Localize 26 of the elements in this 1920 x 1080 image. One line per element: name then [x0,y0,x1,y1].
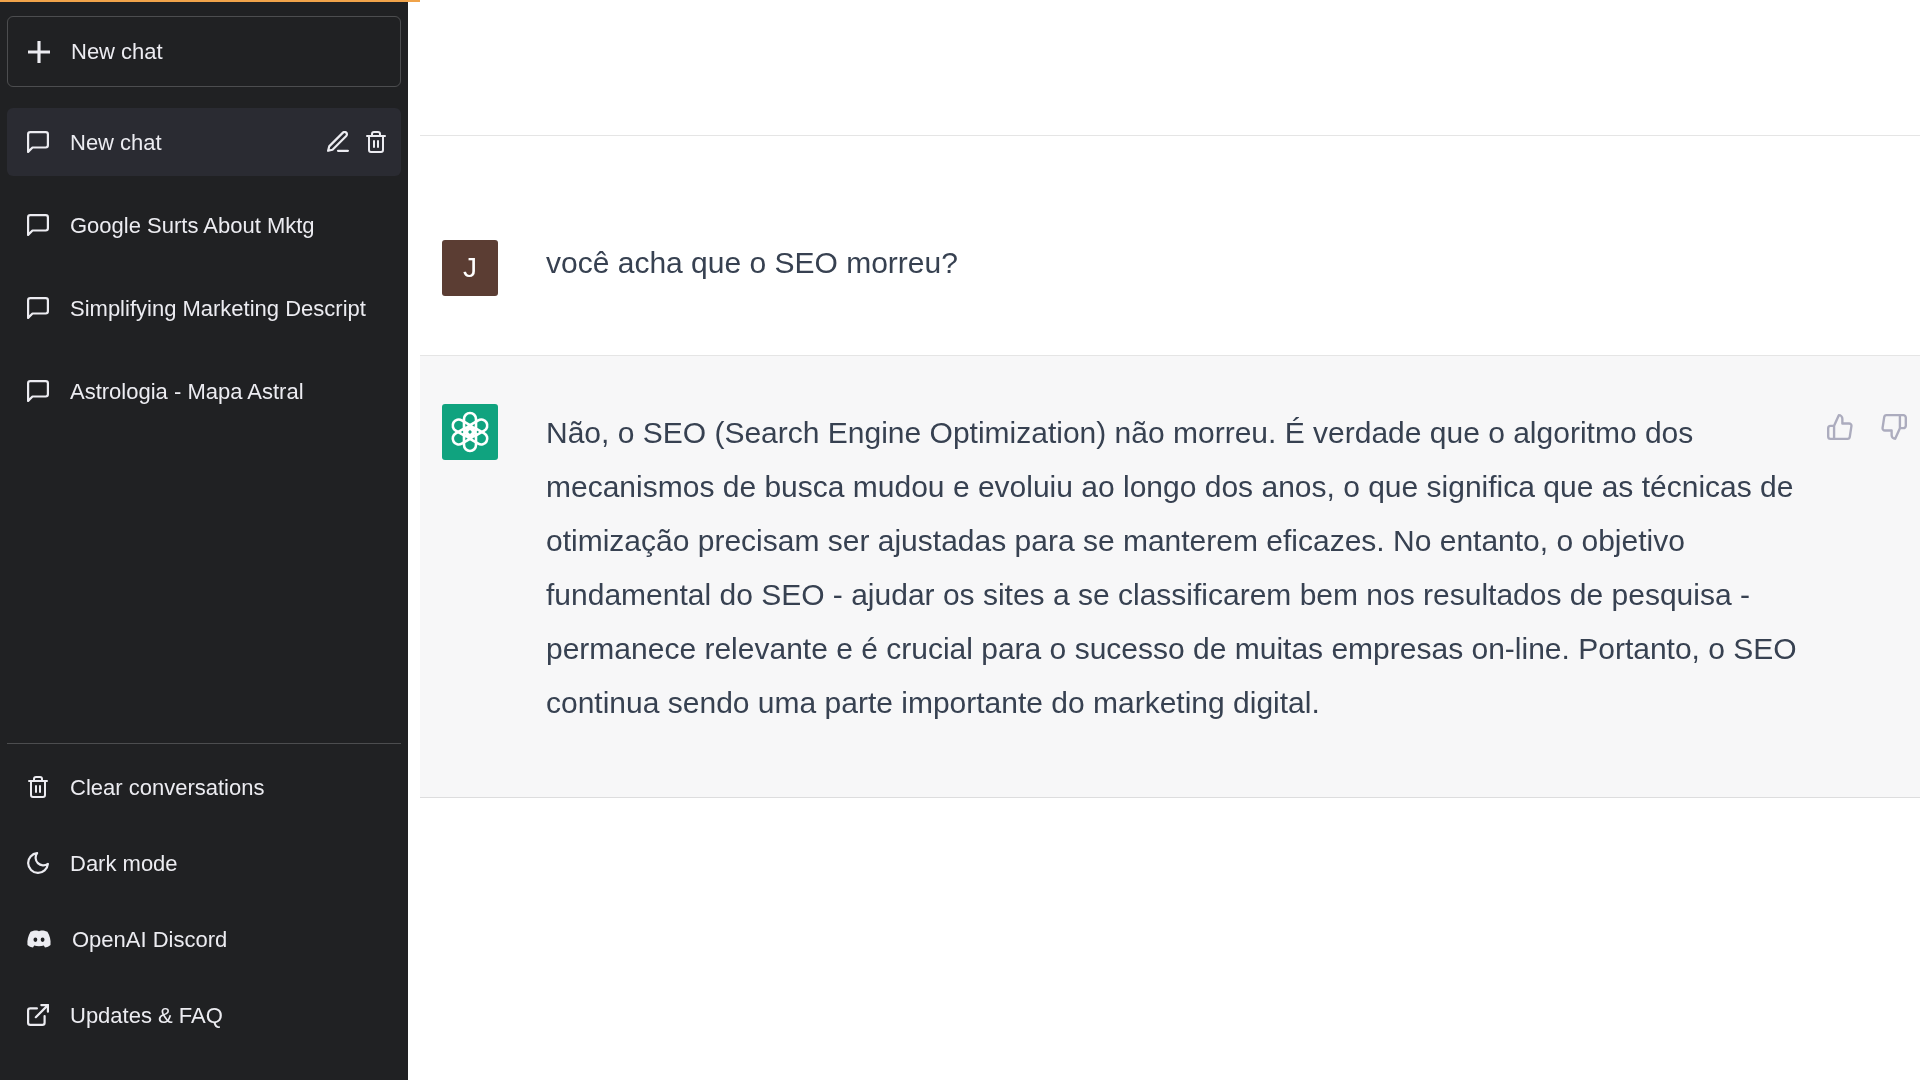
pencil-icon[interactable] [327,131,349,153]
user-message: você acha que o SEO morreu? [546,245,959,281]
knot-logo-icon [442,404,498,460]
thumbs-down-icon[interactable] [1881,414,1907,440]
moon-icon [27,852,49,874]
menu-item[interactable]: Clear conversations [7,756,401,818]
conversation-item[interactable]: Simplifying Marketing Descript [7,274,401,342]
assistant-message: Não, o SEO (Search Engine Optimization) não morreu. É verdade que o algoritmo dos mecanismos de busca mudou e evoluiu ao longo dos anos, o que significa que as técnicas de otimização precisam ser ajustadas para se manterem eficazes. No entanto, o objetivo fundamental do SEO - ajudar os sites a se classificarem bem nos resultados de pesquisa - permanece relevante e é crucial para o sucesso de muitas empresas on-line. Portanto, o SEO continua sendo uma parte importante do marketing digital. [546,415,1798,721]
plus-icon [28,40,50,63]
menu-item[interactable]: Updates & FAQ [7,984,401,1046]
menu-item[interactable]: Dark mode [7,832,401,894]
trash-icon[interactable] [365,131,387,153]
user-avatar: J [442,240,498,296]
chat-bubble-icon [27,214,49,236]
external-link-icon [27,1004,49,1026]
conversation-item[interactable]: Astrologia - Mapa Astral [7,357,401,425]
chat-bubble-icon [27,131,49,153]
conversation-item[interactable]: New chat [7,108,401,176]
trash-icon [27,776,49,798]
thumbs-up-icon[interactable] [1827,414,1853,440]
new-chat-button[interactable]: New chat [7,16,401,87]
conversation-item[interactable]: Google Surts About Mktg [7,191,401,259]
menu-item[interactable]: OpenAI Discord [7,908,401,970]
chat-bubble-icon [27,380,49,402]
controller-icon [27,929,51,949]
chat-bubble-icon [27,297,49,319]
